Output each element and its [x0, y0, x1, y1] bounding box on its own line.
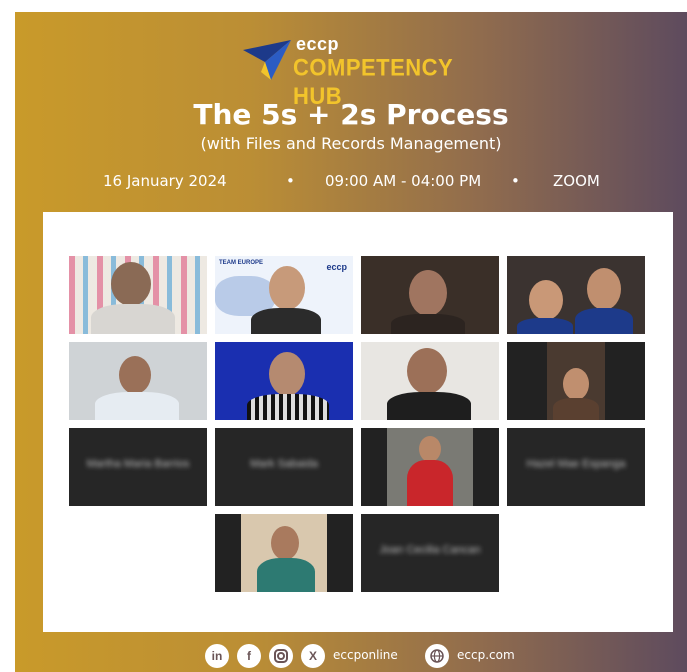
footer-links: in f X eccponline eccp.com — [15, 644, 687, 670]
social-handle[interactable]: eccponline — [333, 648, 398, 662]
separator-dot: • — [511, 172, 520, 190]
facebook-icon[interactable]: f — [237, 644, 261, 668]
event-date: 16 January 2024 — [103, 172, 227, 190]
participant-name: Hazel Mae Espanga — [526, 458, 626, 470]
event-time: 09:00 AM - 04:00 PM — [325, 172, 482, 190]
participant-name: Mark Sabaida — [250, 458, 318, 470]
eccp-banner-logo: eccp — [326, 262, 347, 272]
participant-tile — [215, 342, 353, 420]
x-icon[interactable]: X — [301, 644, 325, 668]
event-subtitle: (with Files and Records Management) — [200, 134, 502, 153]
website-link[interactable]: eccp.com — [457, 648, 515, 662]
participant-tile — [215, 514, 353, 592]
participant-tile — [361, 342, 499, 420]
instagram-icon[interactable] — [269, 644, 293, 668]
participant-tile — [69, 256, 207, 334]
participant-tile-camera-off: Martha Maria Barrios — [69, 428, 207, 506]
logo-eccp-text: eccp — [296, 34, 340, 54]
participant-tile — [361, 428, 499, 506]
zoom-gallery-panel: TEAM EUROPE eccp Martha Maria Barrios Ma… — [43, 212, 673, 632]
event-poster: eccp COMPETENCY HUB The 5s + 2s Process … — [15, 12, 687, 672]
participant-tile — [361, 256, 499, 334]
paper-plane-logo-icon — [243, 40, 291, 80]
linkedin-icon[interactable]: in — [205, 644, 229, 668]
participant-tile-camera-off: Mark Sabaida — [215, 428, 353, 506]
separator-dot: • — [286, 172, 295, 190]
participant-name: Joan Cecilia Cancan — [379, 544, 481, 556]
participant-tile-camera-off: Joan Cecilia Cancan — [361, 514, 499, 592]
participant-name: Martha Maria Barrios — [86, 458, 190, 470]
participant-tile: TEAM EUROPE eccp — [215, 256, 353, 334]
event-platform: ZOOM — [553, 172, 600, 190]
globe-icon — [425, 644, 449, 668]
participant-tile — [507, 342, 645, 420]
event-title: The 5s + 2s Process — [193, 98, 509, 131]
eccp-competency-hub-logo: eccp COMPETENCY HUB — [241, 32, 481, 110]
participant-tile — [507, 256, 645, 334]
event-details: 16 January 2024 • 09:00 AM - 04:00 PM • … — [103, 172, 623, 196]
participant-tile — [69, 342, 207, 420]
participant-tile-camera-off: Hazel Mae Espanga — [507, 428, 645, 506]
team-europe-banner: TEAM EUROPE — [219, 260, 264, 266]
